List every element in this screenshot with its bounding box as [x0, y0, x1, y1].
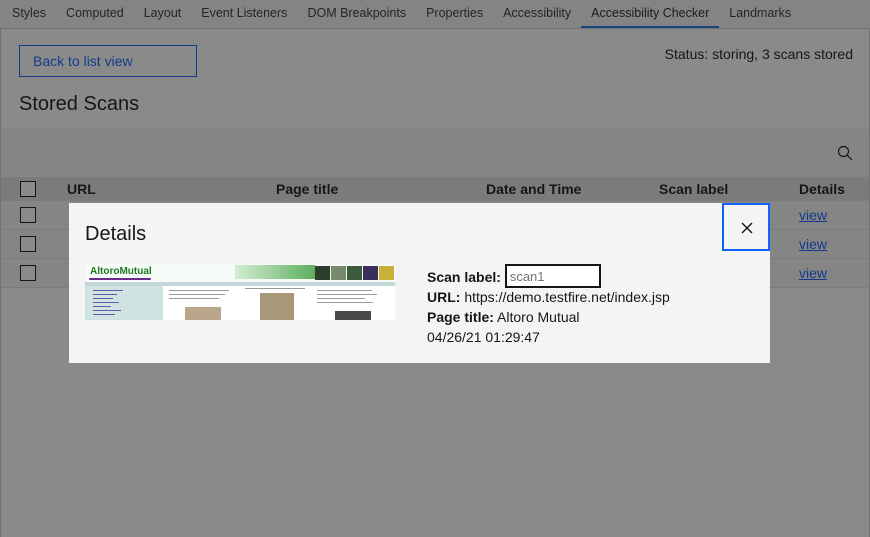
scan-label-label: Scan label: — [427, 269, 501, 285]
scan-label-input[interactable] — [504, 264, 601, 289]
thumbnail-logo-swoosh — [89, 278, 151, 280]
thumbnail-image — [185, 307, 221, 320]
close-button[interactable] — [722, 203, 770, 251]
thumbnail-sidebar — [85, 286, 163, 320]
modal-title: Details — [85, 223, 147, 245]
url-value: https://demo.testfire.net/index.jsp — [464, 289, 670, 305]
page-title-value: Altoro Mutual — [497, 309, 580, 325]
thumbnail-photo — [379, 266, 394, 280]
page-title-row: Page title: Altoro Mutual — [427, 307, 670, 327]
thumbnail-image — [260, 293, 294, 320]
scan-datetime: 04/26/21 01:29:47 — [427, 329, 540, 345]
close-icon — [741, 222, 753, 234]
details-modal: Details AltoroMutual Scan label: scan1 U… — [69, 203, 770, 363]
url-label: URL: — [427, 289, 461, 305]
scan-details: Scan label: URL: https://demo.testfire.n… — [427, 264, 670, 347]
scan-screenshot-thumbnail: AltoroMutual — [85, 263, 395, 320]
scan-label-row: Scan label: — [427, 264, 670, 289]
page-title-label: Page title: — [427, 309, 494, 325]
thumbnail-photo — [347, 266, 362, 280]
thumbnail-photo — [331, 266, 346, 280]
thumbnail-photo — [315, 266, 330, 280]
thumbnail-photo — [363, 266, 378, 280]
url-row: URL: https://demo.testfire.net/index.jsp — [427, 287, 670, 307]
thumbnail-banner — [235, 265, 315, 279]
thumbnail-image — [335, 311, 371, 320]
thumbnail-brand-logo: AltoroMutual — [90, 266, 152, 277]
